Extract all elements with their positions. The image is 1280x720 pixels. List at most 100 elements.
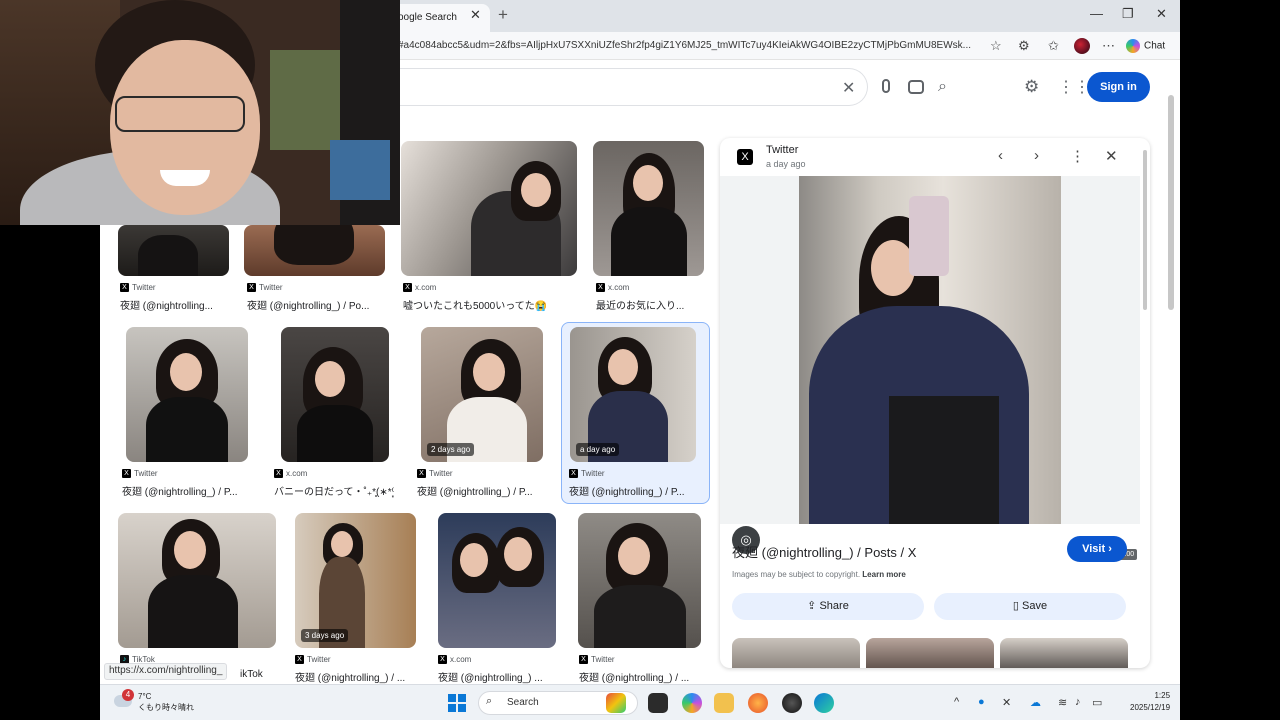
previous-image-icon[interactable]: ‹ bbox=[998, 147, 1003, 164]
visit-button[interactable]: Visit › bbox=[1067, 536, 1127, 562]
result-caption[interactable]: バニーの日だって‧˚₊*̥(∗︎*⁰͈꒨⁰͈)‧˚₊*̥ bbox=[274, 483, 394, 498]
close-icon[interactable]: ✕ bbox=[1002, 696, 1011, 709]
result-caption[interactable]: 夜廻 (@nightrolling_) / ... bbox=[579, 669, 704, 684]
result-caption[interactable]: 夜廻 (@nightrolling_) / P... bbox=[122, 483, 252, 498]
edge-browser-icon[interactable] bbox=[814, 693, 834, 713]
image-thumbnail[interactable] bbox=[438, 513, 556, 648]
show-hidden-icons-icon[interactable]: ^ bbox=[954, 696, 959, 708]
more-options-icon[interactable]: ⋮ bbox=[1070, 147, 1085, 165]
favorites-icon[interactable]: ✩ bbox=[1048, 38, 1059, 54]
voice-search-icon[interactable] bbox=[882, 79, 890, 93]
maximize-button[interactable]: ❐ bbox=[1122, 6, 1134, 22]
microphone-icon[interactable]: ● bbox=[978, 696, 985, 708]
task-view-icon[interactable] bbox=[648, 693, 668, 713]
date-badge: 2 days ago bbox=[427, 443, 475, 456]
image-thumbnail[interactable]: 2 days ago bbox=[421, 327, 543, 462]
image-thumbnail[interactable] bbox=[118, 225, 229, 276]
profile-avatar-icon[interactable] bbox=[1074, 38, 1090, 54]
sign-in-button[interactable]: Sign in bbox=[1087, 72, 1150, 102]
result-source[interactable]: X Twitter bbox=[247, 283, 283, 293]
image-thumbnail[interactable]: a day ago bbox=[570, 327, 696, 462]
copilot-app-icon[interactable] bbox=[682, 693, 702, 713]
system-clock[interactable]: 1:25 2025/12/19 bbox=[1130, 690, 1170, 714]
lens-search-icon[interactable] bbox=[908, 80, 924, 94]
volume-icon[interactable]: ♪ bbox=[1075, 696, 1081, 708]
result-caption[interactable]: 夜廻 (@nightrolling_) / Po... bbox=[247, 297, 387, 312]
result-source[interactable]: X Twitter bbox=[579, 655, 615, 665]
result-source[interactable]: Xx.com bbox=[438, 655, 471, 665]
image-thumbnail[interactable] bbox=[244, 225, 385, 276]
date-badge: 3 days ago bbox=[301, 629, 349, 642]
result-source[interactable]: X Twitter bbox=[120, 283, 156, 293]
settings-gear-icon[interactable]: ⚙ bbox=[1024, 77, 1039, 97]
url-field[interactable]: #a4c084abcc5&udm=2&fbs=AIljpHxU7SXXniUZf… bbox=[398, 40, 980, 51]
panel-scrollbar[interactable] bbox=[1143, 150, 1147, 310]
preview-image-area[interactable]: ◎ 900 × 1,200 bbox=[720, 176, 1140, 560]
more-menu-icon[interactable]: ⋯ bbox=[1102, 38, 1115, 54]
wifi-icon[interactable]: ≋ bbox=[1058, 696, 1067, 709]
related-image-thumbnail[interactable] bbox=[732, 638, 860, 668]
obs-icon[interactable] bbox=[782, 693, 802, 713]
related-image-thumbnail[interactable] bbox=[1000, 638, 1128, 668]
result-source[interactable]: X Twitter bbox=[122, 469, 158, 479]
new-tab-icon[interactable]: + bbox=[498, 5, 508, 25]
x-logo-icon: X bbox=[247, 283, 256, 293]
result-caption[interactable]: 嘘ついたこれも5000いってた😭 bbox=[403, 297, 578, 312]
result-source[interactable]: Xx.com bbox=[596, 283, 629, 293]
x-logo-icon: X bbox=[579, 655, 588, 665]
minimize-button[interactable]: — bbox=[1090, 6, 1103, 21]
gift-icon[interactable] bbox=[606, 693, 626, 713]
share-button[interactable]: ⇪ Share bbox=[732, 593, 924, 620]
start-windows-icon[interactable] bbox=[448, 694, 466, 712]
result-caption[interactable]: 夜廻 (@nightrolling_) / P... bbox=[569, 483, 701, 498]
file-explorer-icon[interactable] bbox=[714, 693, 734, 713]
page-scrollbar[interactable] bbox=[1168, 95, 1174, 310]
extensions-icon[interactable]: ⚙ bbox=[1018, 38, 1030, 54]
x-logo-icon: X bbox=[596, 283, 605, 293]
preview-site-name[interactable]: Twitter bbox=[766, 144, 798, 156]
favorite-star-icon[interactable]: ☆ bbox=[990, 38, 1002, 54]
result-source[interactable]: Xx.com bbox=[274, 469, 307, 479]
result-caption[interactable]: ikTok bbox=[240, 669, 300, 680]
battery-icon[interactable]: ▭ bbox=[1092, 696, 1102, 709]
result-source[interactable]: X Twitter bbox=[569, 469, 605, 479]
result-caption[interactable]: 夜廻 (@nightrolling_) / P... bbox=[417, 483, 547, 498]
image-thumbnail[interactable] bbox=[281, 327, 389, 462]
tab-close-icon[interactable]: ✕ bbox=[470, 7, 481, 23]
result-caption[interactable]: 最近のお気に入り... bbox=[596, 297, 706, 312]
image-thumbnail[interactable]: 3 days ago bbox=[295, 513, 416, 648]
result-caption[interactable]: 夜廻 (@nightrolling_) / ... bbox=[295, 669, 420, 684]
image-thumbnail[interactable] bbox=[118, 513, 276, 648]
weather-widget[interactable]: 7°C くもり時々晴れ bbox=[138, 691, 194, 713]
share-icon: ⇪ bbox=[807, 600, 817, 612]
clear-search-icon[interactable]: ✕ bbox=[842, 78, 855, 98]
image-thumbnail[interactable] bbox=[401, 141, 577, 276]
search-icon: ⌕ bbox=[486, 695, 493, 707]
image-thumbnail[interactable] bbox=[578, 513, 701, 648]
close-window-button[interactable]: ✕ bbox=[1156, 6, 1167, 22]
result-source[interactable]: X Twitter bbox=[417, 469, 453, 479]
next-image-icon[interactable]: › bbox=[1034, 147, 1039, 164]
copilot-chat-button[interactable]: Chat bbox=[1126, 39, 1165, 53]
search-input[interactable]: ✕ ⌕ bbox=[390, 68, 947, 106]
x-logo-icon: X bbox=[274, 469, 283, 479]
recording-frame: oogle Search ✕ + — ❐ ✕ #a4c084abcc5&udm=… bbox=[0, 0, 1280, 720]
result-caption[interactable]: 夜廻 (@nightrolling... bbox=[120, 297, 230, 312]
related-image-thumbnail[interactable] bbox=[866, 638, 994, 668]
tab-title: oogle Search bbox=[398, 12, 457, 23]
image-thumbnail[interactable] bbox=[593, 141, 704, 276]
result-source[interactable]: Xx.com bbox=[403, 283, 436, 293]
firefox-icon[interactable] bbox=[748, 693, 768, 713]
search-icon[interactable]: ⌕ bbox=[938, 78, 947, 96]
result-source[interactable]: X Twitter bbox=[295, 655, 331, 665]
image-thumbnail[interactable] bbox=[126, 327, 248, 462]
preview-image[interactable] bbox=[799, 176, 1061, 524]
preview-title[interactable]: 夜廻 (@nightrolling_) / Posts / X bbox=[732, 542, 916, 561]
learn-more-link[interactable]: Learn more bbox=[862, 570, 906, 579]
close-panel-icon[interactable]: ✕ bbox=[1105, 147, 1118, 165]
save-button[interactable]: ▯ Save bbox=[934, 593, 1126, 620]
x-logo-icon: X bbox=[295, 655, 304, 665]
result-caption[interactable]: 夜廻 (@nightrolling_) ... bbox=[438, 669, 558, 684]
onedrive-icon[interactable]: ☁ bbox=[1030, 696, 1041, 709]
x-logo-icon: X bbox=[120, 283, 129, 293]
